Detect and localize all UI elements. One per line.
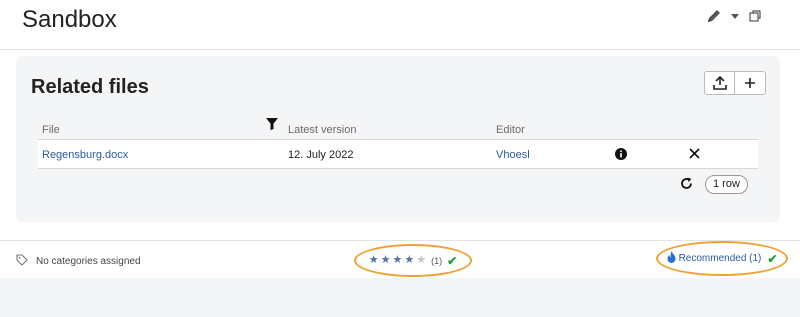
plus-icon [745,78,755,88]
check-icon: ✔ [447,253,458,268]
star-icon[interactable]: ★ [404,255,414,266]
rating-widget[interactable]: ★ ★ ★ ★ ★ (1) ✔ [354,244,472,277]
tag-icon [16,254,28,269]
row-count-badge: 1 row [705,175,748,194]
add-button[interactable] [735,71,766,95]
filter-icon[interactable] [266,118,278,133]
panel-button-group [704,71,766,95]
caret-down-icon[interactable] [730,8,740,24]
refresh-icon[interactable] [680,177,693,195]
editor-link[interactable]: Vhoesl [496,149,530,161]
files-table: File Latest version Editor Regensburg.do… [38,116,758,199]
restore-window-icon[interactable] [748,8,762,24]
star-icon[interactable]: ★ [381,255,391,266]
panel-title: Related files [31,76,149,98]
upload-button[interactable] [704,71,735,95]
column-header-version[interactable]: Latest version [288,124,356,136]
file-link[interactable]: Regensburg.docx [42,149,128,161]
recommended-label: Recommended (1) [678,253,762,264]
top-actions [706,8,762,24]
column-header-file[interactable]: File [42,124,60,136]
rating-count: (1) [431,255,443,266]
star-icon[interactable]: ★ [393,255,403,266]
remove-icon[interactable] [689,148,700,162]
pencil-icon[interactable] [706,8,722,24]
recommended-widget[interactable]: Recommended (1) ✔ [656,241,788,276]
column-header-editor[interactable]: Editor [496,124,525,136]
table-footer: 1 row [38,169,758,199]
top-bar: Sandbox [0,0,800,50]
table-header: File Latest version Editor [38,116,758,140]
table-row: Regensburg.docx 12. July 2022 Vhoesl [38,140,758,169]
version-cell: 12. July 2022 [288,149,354,161]
footer-bar: No categories assigned ★ ★ ★ ★ ★ (1) ✔ R… [0,240,800,278]
check-icon: ✔ [767,251,778,266]
info-icon[interactable] [615,148,627,163]
categories-label: No categories assigned [36,256,141,267]
flame-icon [667,251,676,266]
categories[interactable]: No categories assigned [16,254,141,269]
upload-icon [712,76,727,90]
star-icon[interactable]: ★ [369,255,379,266]
star-icon[interactable]: ★ [416,255,426,266]
bottom-strip [0,278,800,317]
related-files-panel: Related files File Latest version Editor… [16,56,780,222]
page-title: Sandbox [22,6,117,33]
